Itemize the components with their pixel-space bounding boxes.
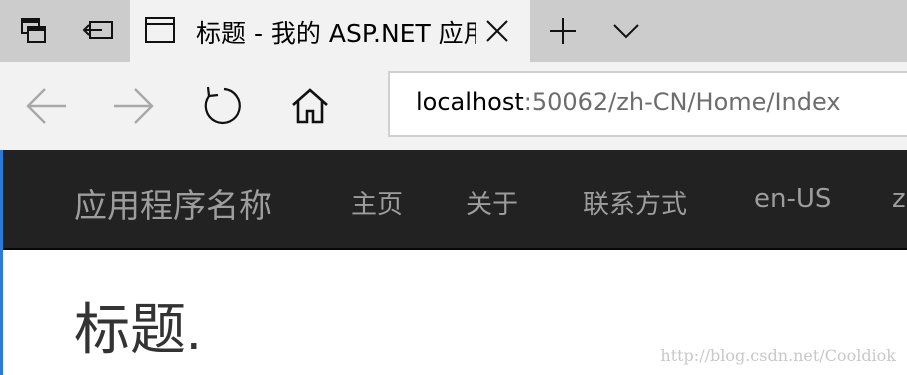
tab-strip: 标题 - 我的 ASP.NET 应用程序 xyxy=(0,0,907,62)
tab-favicon xyxy=(144,16,176,48)
chevron-down-icon xyxy=(613,24,639,39)
site-brand-link[interactable]: 应用程序名称 xyxy=(74,179,272,227)
tab-title: 标题 - 我的 ASP.NET 应用程序 xyxy=(196,19,476,48)
address-bar[interactable]: localhost:50062/zh-CN/Home/Index xyxy=(388,71,907,137)
home-icon xyxy=(292,88,328,124)
nav-link-contact[interactable]: 联系方式 xyxy=(583,184,687,221)
page-content: 应用程序名称 主页 关于 联系方式 en-US zh-CN 标题. http:/… xyxy=(0,150,907,375)
tab-manager-icon xyxy=(21,18,46,43)
watermark-text: http://blog.csdn.net/Cooldiok xyxy=(660,346,896,365)
back-icon xyxy=(26,88,66,124)
refresh-button[interactable] xyxy=(196,80,248,132)
url-text: localhost:50062/zh-CN/Home/Index xyxy=(416,88,841,116)
page-icon xyxy=(145,17,175,43)
set-tabs-aside-icon xyxy=(82,21,113,39)
browser-window: 标题 - 我的 ASP.NET 应用程序 xyxy=(0,0,907,375)
back-button[interactable] xyxy=(20,80,72,132)
page-title: 标题. xyxy=(74,298,202,361)
nav-link-zh-cn[interactable]: zh-CN xyxy=(892,184,907,214)
nav-link-en-us[interactable]: en-US xyxy=(754,184,831,214)
new-tab-button[interactable] xyxy=(531,0,595,62)
nav-link-home[interactable]: 主页 xyxy=(351,184,403,221)
url-host: localhost xyxy=(416,88,524,116)
site-navbar: 应用程序名称 主页 关于 联系方式 en-US zh-CN xyxy=(3,150,907,250)
tab-manager-button[interactable] xyxy=(2,0,66,62)
navigation-bar: localhost:50062/zh-CN/Home/Index xyxy=(0,62,907,150)
close-icon xyxy=(486,20,508,42)
refresh-icon xyxy=(204,86,241,125)
set-tabs-aside-button[interactable] xyxy=(66,0,130,62)
tab-close-button[interactable] xyxy=(480,14,514,48)
forward-button[interactable] xyxy=(108,80,160,132)
nav-link-about[interactable]: 关于 xyxy=(466,184,518,221)
active-tab[interactable]: 标题 - 我的 ASP.NET 应用程序 xyxy=(130,0,530,62)
new-tab-icon xyxy=(550,18,576,44)
forward-icon xyxy=(114,88,154,124)
home-button[interactable] xyxy=(284,80,336,132)
tab-preview-toggle[interactable] xyxy=(594,0,658,62)
url-path: :50062/zh-CN/Home/Index xyxy=(523,88,841,116)
